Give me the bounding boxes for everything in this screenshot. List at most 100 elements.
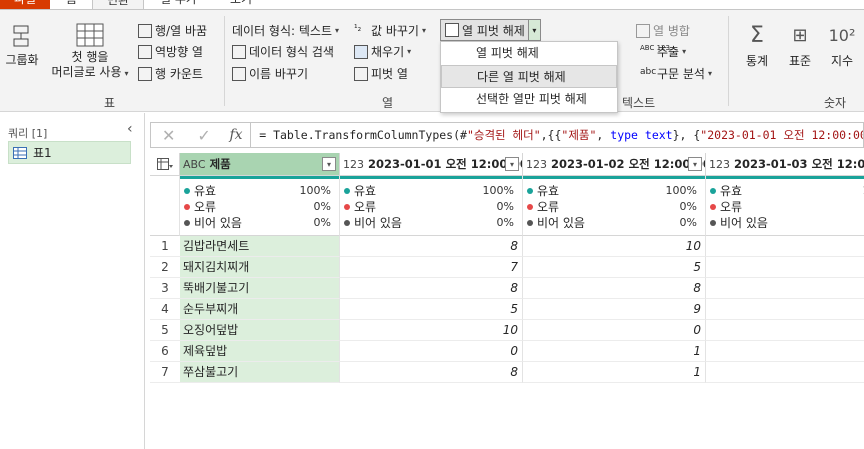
- table-cell[interactable]: 0: [523, 320, 706, 341]
- cancel-icon[interactable]: ✕: [151, 126, 186, 145]
- table-cell[interactable]: 김밥라면세트: [180, 236, 340, 257]
- scientific-button[interactable]: 10² 지수: [824, 24, 860, 69]
- table-cell[interactable]: 오징어덮밥: [180, 320, 340, 341]
- replace-values-button[interactable]: ¹₂ 값 바꾸기 ▾: [354, 22, 426, 39]
- empty-pct: 0%: [496, 215, 514, 229]
- table-cell[interactable]: 10: [340, 320, 523, 341]
- filter-dropdown-icon[interactable]: ▾: [505, 157, 519, 171]
- formula-input[interactable]: = Table.TransformColumnTypes(#"승격된 헤더",{…: [251, 127, 863, 143]
- table-cell[interactable]: 8: [340, 236, 523, 257]
- table-menu-button[interactable]: [150, 153, 180, 176]
- filter-dropdown-icon[interactable]: ▾: [322, 157, 336, 171]
- table-cell[interactable]: 0: [340, 341, 523, 362]
- filter-dropdown-icon[interactable]: ▾: [688, 157, 702, 171]
- tab-view[interactable]: 보기: [230, 0, 252, 9]
- detect-data-type-button[interactable]: 데이터 형식 검색: [232, 43, 334, 60]
- fill-label: 채우기: [371, 45, 405, 59]
- valid-label: 유효: [537, 183, 560, 198]
- table-cell[interactable]: 쭈삼불고기: [180, 362, 340, 383]
- parse-button[interactable]: abc 구문 분석 ▾: [640, 65, 712, 82]
- table-cell[interactable]: [706, 257, 864, 278]
- transpose-icon: [138, 23, 152, 38]
- column-header-date3[interactable]: 123 2023-01-03 오전 12:00:00: [706, 153, 864, 176]
- table-cell[interactable]: 1: [523, 362, 706, 383]
- error-dot-icon: [710, 204, 716, 210]
- use-first-row-as-headers-button[interactable]: 첫 행을 머리글로 사용 ▾: [44, 22, 136, 81]
- menu-item-unpivot-other-columns[interactable]: 다른 열 피벗 해제: [441, 65, 617, 88]
- error-label: 오류: [194, 199, 217, 214]
- formula-mid: ,: [596, 128, 611, 142]
- row-number[interactable]: 1: [150, 236, 180, 257]
- reverse-rows-button[interactable]: 역방향 열: [138, 43, 203, 60]
- row-number[interactable]: 4: [150, 299, 180, 320]
- count-rows-button[interactable]: 행 카운트: [138, 65, 203, 82]
- table-cell[interactable]: [706, 236, 864, 257]
- column-header-date2[interactable]: 123 2023-01-02 오전 12:00:00 ▾: [523, 153, 706, 176]
- transpose-button[interactable]: 행/열 바꿈: [138, 22, 207, 39]
- column-name: 제품: [209, 157, 231, 171]
- chevron-down-icon[interactable]: ▾: [527, 20, 540, 40]
- merge-columns-button[interactable]: 열 병합: [636, 22, 690, 39]
- table-cell[interactable]: [706, 341, 864, 362]
- number-type-icon[interactable]: 123: [526, 158, 547, 171]
- statistics-button[interactable]: Σ 통계: [740, 24, 774, 69]
- row-number[interactable]: 5: [150, 320, 180, 341]
- row-number[interactable]: 6: [150, 341, 180, 362]
- table-cell[interactable]: 제육덮밥: [180, 341, 340, 362]
- table-cell[interactable]: [706, 299, 864, 320]
- query-item[interactable]: 표1: [8, 141, 131, 164]
- table-cell[interactable]: 8: [523, 278, 706, 299]
- count-rows-label: 행 카운트: [155, 67, 203, 81]
- empty-label: 비어 있음: [194, 215, 242, 230]
- menu-item-unpivot-only-selected[interactable]: 선택한 열만 피벗 해제: [441, 88, 617, 111]
- error-label: 오류: [720, 199, 743, 214]
- rename-button[interactable]: 이름 바꾸기: [232, 65, 308, 82]
- ribbon-tabs: 파일 홈 변환 열 추가 보기: [0, 0, 864, 9]
- merge-columns-label: 열 병합: [653, 24, 690, 38]
- extract-icon: ABC 123: [640, 43, 670, 52]
- table-cell[interactable]: 5: [340, 299, 523, 320]
- confirm-icon[interactable]: ✓: [186, 126, 221, 145]
- table-cell[interactable]: 돼지김치찌개: [180, 257, 340, 278]
- collapse-chevron-icon[interactable]: ‹: [127, 121, 133, 137]
- menu-item-unpivot-columns[interactable]: 열 피벗 해제: [441, 42, 617, 65]
- table-cell[interactable]: 뚝배기불고기: [180, 278, 340, 299]
- unpivot-icon: [445, 23, 459, 37]
- pivot-column-button[interactable]: 피벗 열: [354, 65, 408, 82]
- table-cell[interactable]: [706, 320, 864, 341]
- chevron-down-icon[interactable]: ▾: [125, 69, 129, 78]
- table-cell[interactable]: 10: [523, 236, 706, 257]
- column-header-date1[interactable]: 123 2023-01-01 오전 12:00:00 ▾: [340, 153, 523, 176]
- number-type-icon[interactable]: 123: [709, 158, 730, 171]
- column-header-product[interactable]: ABC 제품 ▾: [180, 153, 340, 176]
- reverse-rows-icon: [138, 44, 152, 59]
- fx-icon[interactable]: fx: [222, 123, 252, 147]
- extract-button[interactable]: ABC 123 추출 ▾: [640, 43, 686, 60]
- table-cell[interactable]: 8: [340, 278, 523, 299]
- table-cell[interactable]: 8: [340, 362, 523, 383]
- number-type-icon[interactable]: 123: [343, 158, 364, 171]
- tab-file[interactable]: 파일: [0, 0, 50, 9]
- table-cell[interactable]: 9: [523, 299, 706, 320]
- text-type-icon[interactable]: ABC: [183, 158, 206, 171]
- table-cell[interactable]: 5: [523, 257, 706, 278]
- row-number[interactable]: 2: [150, 257, 180, 278]
- table-cell[interactable]: [706, 278, 864, 299]
- group-by-button[interactable]: 그룹화: [4, 22, 40, 68]
- table-cell[interactable]: 7: [340, 257, 523, 278]
- row-number[interactable]: 7: [150, 362, 180, 383]
- standard-button[interactable]: ⊞ 표준: [784, 24, 816, 69]
- tab-transform[interactable]: 변환: [92, 0, 144, 9]
- table-cell[interactable]: 1: [523, 341, 706, 362]
- unpivot-columns-button[interactable]: 열 피벗 해제 ▾: [440, 19, 541, 41]
- table-cell[interactable]: [706, 362, 864, 383]
- row-number[interactable]: 3: [150, 278, 180, 299]
- formula-prefix: = Table.TransformColumnTypes(#: [259, 128, 467, 142]
- data-type-dropdown[interactable]: 데이터 형식: 텍스트 ▾: [232, 22, 339, 39]
- fill-button[interactable]: 채우기 ▾: [354, 43, 411, 60]
- table-cell[interactable]: 순두부찌개: [180, 299, 340, 320]
- tab-home[interactable]: 홈: [66, 0, 77, 9]
- error-dot-icon: [527, 204, 533, 210]
- tab-add-column[interactable]: 열 추가: [160, 0, 197, 9]
- group-label-text: 텍스트: [622, 96, 656, 110]
